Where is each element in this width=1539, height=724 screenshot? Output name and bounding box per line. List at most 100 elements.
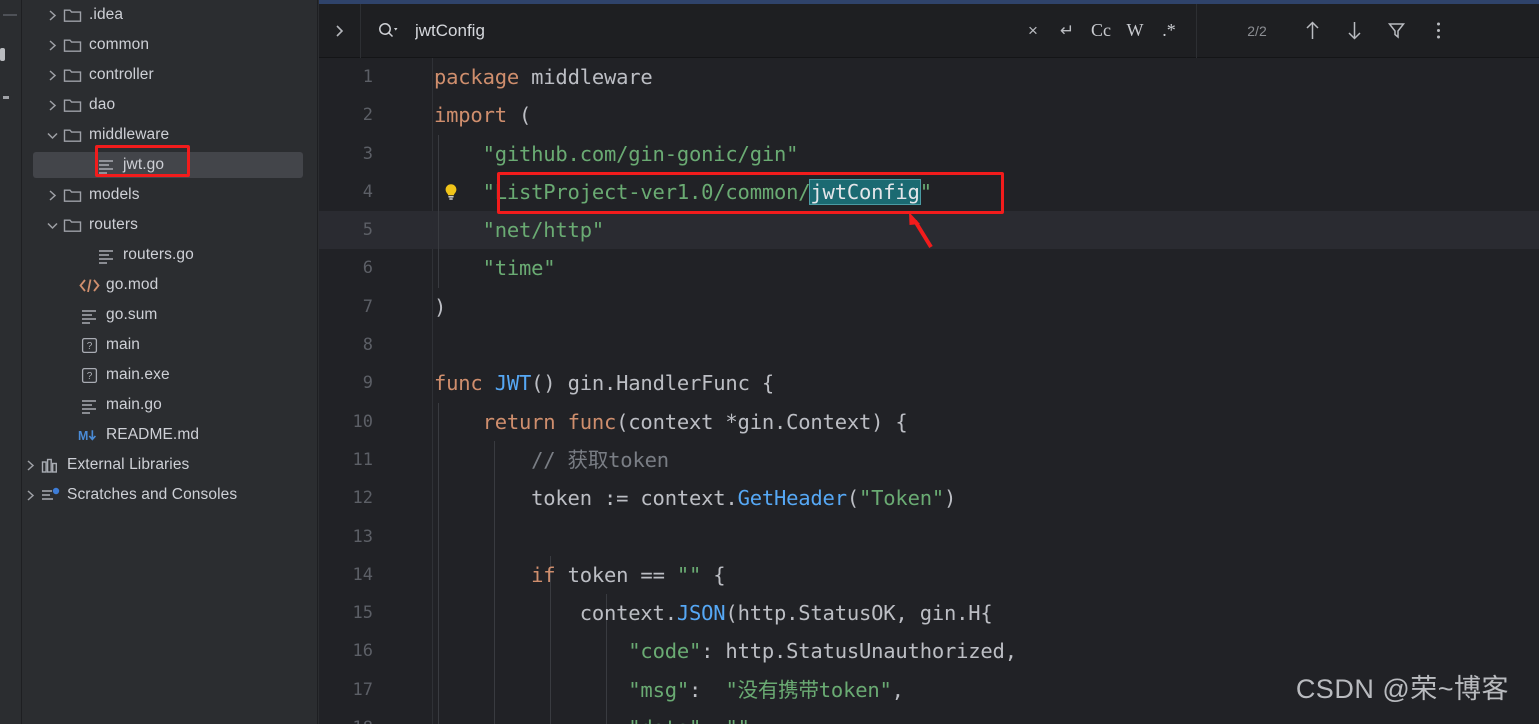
code-line[interactable]: 13 [319,517,1539,556]
tree-item-label: routers.go [123,246,194,263]
tree-item-main-go[interactable]: main.go [22,390,317,420]
code-line[interactable]: 1 package middleware [319,58,1539,96]
find-expand-toggle[interactable] [319,3,361,58]
find-next-button[interactable] [1335,11,1373,51]
tree-item-external-libraries[interactable]: External Libraries [22,450,317,480]
filter-icon[interactable] [1377,11,1415,51]
tree-item-label: models [89,186,140,203]
find-options[interactable]: × ↵ Cc W .* [1016,11,1186,51]
tree-item-label: routers [89,216,138,233]
project-tree-panel[interactable]: .idea common controller dao middleware jwt.go… [22,0,318,724]
match-case-toggle[interactable]: Cc [1084,11,1118,51]
words-toggle[interactable]: W [1118,11,1152,51]
tree-item-routers-go[interactable]: routers.go [22,240,317,270]
tree-item-middleware[interactable]: middleware [22,120,317,150]
code-line-text: return func(context *gin.Context) { [434,403,1539,441]
code-token: "data" [628,716,701,724]
find-toolbar[interactable]: × ↵ Cc W .* 2/2 [319,3,1539,58]
clear-search-icon[interactable]: × [1016,11,1050,51]
tree-item-routers[interactable]: routers [22,210,317,240]
tree-item-main-exe[interactable]: ? main.exe [22,360,317,390]
code-line[interactable]: 2 import ( [319,96,1539,134]
search-input[interactable] [415,20,795,41]
tree-item-go-sum[interactable]: go.sum [22,300,317,330]
code-line[interactable]: 15 context.JSON(http.StatusOK, gin.H{ [319,594,1539,633]
code-token: package [434,65,532,89]
tree-item--idea[interactable]: .idea [22,0,317,30]
code-token: "没有携带token" [725,677,892,702]
code-line[interactable]: 7) [319,288,1539,326]
code-token: " [919,179,932,204]
tree-item-readme-md[interactable]: M README.md [22,420,317,450]
line-number: 15 [352,603,373,624]
find-nav[interactable]: 2/2 [1225,11,1457,51]
chevron-right-icon[interactable] [44,97,61,114]
svg-text:M: M [78,428,88,442]
tree-item-go-mod[interactable]: go.mod [22,270,317,300]
chevron-right-icon[interactable] [44,67,61,84]
code-line[interactable]: 8 [319,326,1539,364]
new-line-icon[interactable]: ↵ [1050,11,1084,51]
code-line[interactable]: 9 func JWT() gin.HandlerFunc { [319,364,1539,402]
left-tool-strip[interactable] [0,0,22,724]
chevron-right-icon[interactable] [44,7,61,24]
code-line-text: token := context.GetHeader("Token") [434,479,1539,517]
code-line-text: context.JSON(http.StatusOK, gin.H{ [434,594,1539,632]
line-number: 17 [352,679,373,700]
code-line[interactable]: 18 "data": "" [319,709,1539,724]
code-token: ( [519,103,532,128]
find-previous-button[interactable] [1293,11,1331,51]
code-line[interactable]: 3 "github.com/gin-gonic/gin" [319,134,1539,173]
code-token: { [701,562,726,587]
line-number: 7 [362,296,373,317]
tree-item-main[interactable]: ? main [22,330,317,360]
code-token: "net/http" [434,218,605,243]
line-number: 16 [352,641,373,662]
code-line[interactable]: 11 // 获取token [319,440,1539,480]
chevron-right-icon[interactable] [22,487,39,504]
chevron-right-icon[interactable] [44,187,61,204]
tree-item-jwt-go[interactable]: jwt.go [22,150,317,180]
code-line[interactable]: 12 token := context.GetHeader("Token") [319,479,1539,518]
ide-window: .idea common controller dao middleware jwt.go… [0,0,1539,724]
line-number: 4 [362,181,373,202]
unknown-file-icon: ? [78,367,100,384]
text-file-icon [78,397,100,414]
code-line[interactable]: 4 "ListProject-ver1.0/common/jwtConfig" [319,172,1539,212]
line-number: 12 [352,488,373,509]
code-line[interactable]: 6 "time" [319,249,1539,288]
chevron-down-icon[interactable] [44,127,61,144]
code-token: (http.StatusOK, gin.H{ [725,601,993,626]
code-line[interactable]: 14 if token == "" { [319,555,1539,595]
code-token: "time" [434,256,556,281]
folder-icon [61,97,83,114]
chevron-down-icon[interactable] [44,217,61,234]
code-viewport[interactable]: 1 package middleware 2 import (3 "github.co… [319,58,1539,724]
more-options-icon[interactable] [1419,11,1457,51]
chevron-right-icon[interactable] [44,37,61,54]
regex-toggle[interactable]: .* [1152,11,1186,51]
tree-item-controller[interactable]: controller [22,60,317,90]
toolbar-divider [1196,3,1197,58]
tree-item-label: main.go [106,396,162,413]
find-field-wrap[interactable] [361,4,1016,58]
code-token: import [434,103,519,128]
code-line[interactable]: 16 "code": http.StatusUnauthorized, [319,632,1539,671]
code-token: token == [555,562,677,587]
tree-item-dao[interactable]: dao [22,90,317,120]
chevron-right-icon[interactable] [22,457,39,474]
line-number: 18 [319,709,373,724]
tree-item-common[interactable]: common [22,30,317,60]
code-line[interactable]: 5 "net/http" [319,211,1539,250]
line-number: 13 [352,526,373,547]
scratches-icon [39,487,61,504]
line-number: 2 [362,105,373,126]
tree-item-models[interactable]: models [22,180,317,210]
editor-panel: × ↵ Cc W .* 2/2 [319,0,1539,724]
folder-icon [61,127,83,144]
code-line[interactable]: 10 return func(context *gin.Context) { [319,402,1539,441]
tree-item-scratches-and-consoles[interactable]: Scratches and Consoles [22,480,317,510]
code-lines[interactable]: 1 package middleware 2 import (3 "github.co… [319,58,1539,724]
